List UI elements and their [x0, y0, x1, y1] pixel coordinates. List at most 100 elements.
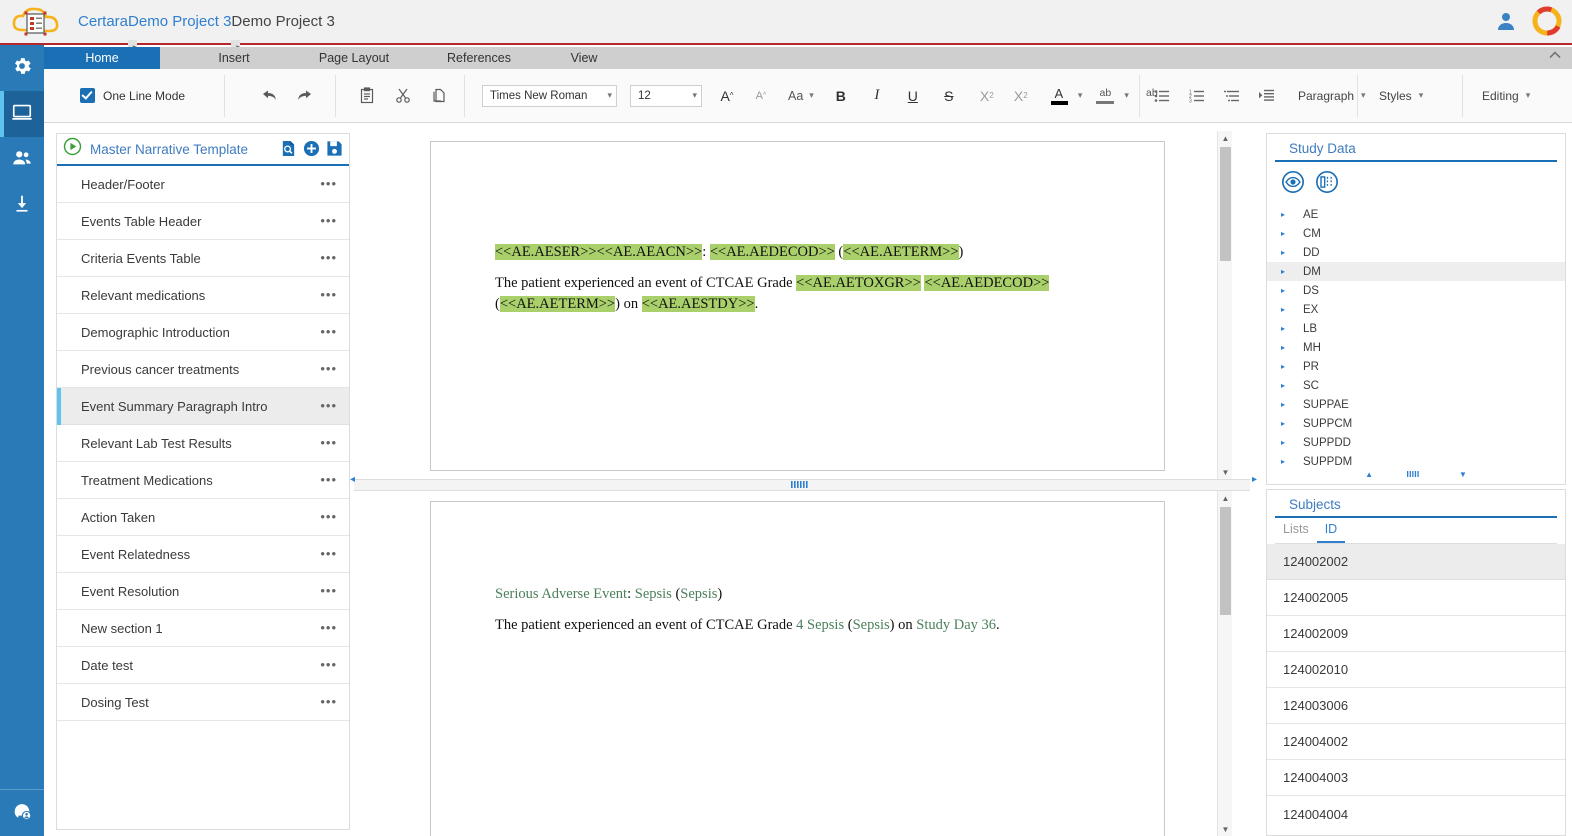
dataset-node-suppcm[interactable]: ▸ SUPPCM: [1267, 414, 1565, 433]
subscript-button[interactable]: X2: [1008, 83, 1034, 109]
dataset-node-lb[interactable]: ▸ LB: [1267, 319, 1565, 338]
section-row-treatment-medications[interactable]: Treatment Medications •••: [57, 462, 349, 499]
expand-caret-icon[interactable]: ▸: [1281, 229, 1295, 238]
rail-item-users[interactable]: [0, 137, 44, 183]
tab-home[interactable]: Home: [44, 47, 160, 69]
redo-arrow-icon[interactable]: [292, 83, 318, 109]
dataset-node-sc[interactable]: ▸ SC: [1267, 376, 1565, 395]
rail-item-workspace[interactable]: [0, 91, 44, 137]
expand-caret-icon[interactable]: ▸: [1281, 267, 1295, 276]
section-row-events-table-header[interactable]: Events Table Header •••: [57, 203, 349, 240]
study-data-resizer[interactable]: ▲ ▼: [1267, 468, 1565, 480]
section-row-relevant-medications[interactable]: Relevant medications •••: [57, 277, 349, 314]
tab-insert[interactable]: Insert: [179, 47, 289, 69]
bulleted-list-icon[interactable]: [1149, 83, 1175, 109]
add-circle-icon[interactable]: [303, 140, 320, 162]
save-icon[interactable]: [326, 140, 343, 162]
rail-item-downloads[interactable]: [0, 183, 44, 229]
tab-lists[interactable]: Lists: [1275, 518, 1317, 543]
section-menu-icon[interactable]: •••: [320, 584, 337, 597]
eye-icon[interactable]: [1281, 170, 1305, 199]
section-menu-icon[interactable]: •••: [320, 399, 337, 412]
expand-caret-icon[interactable]: ▸: [1281, 210, 1295, 219]
right-panel-collapse-handle[interactable]: ▸: [1252, 473, 1258, 487]
dataset-node-mh[interactable]: ▸ MH: [1267, 338, 1565, 357]
one-line-mode-toggle[interactable]: One Line Mode: [80, 69, 185, 122]
change-case-button[interactable]: Aa ▾: [788, 83, 814, 109]
expand-caret-icon[interactable]: ▸: [1281, 343, 1295, 352]
font-family-select[interactable]: Times New Roman ▾: [482, 84, 617, 107]
section-menu-icon[interactable]: •••: [320, 547, 337, 560]
expand-caret-icon[interactable]: ▸: [1281, 381, 1295, 390]
underline-button[interactable]: U: [900, 83, 926, 109]
subject-row[interactable]: 124003006: [1267, 688, 1565, 724]
indent-icon[interactable]: [1254, 83, 1280, 109]
section-row-event-summary-paragraph-intro[interactable]: Event Summary Paragraph Intro •••: [57, 388, 349, 425]
dataset-node-cm[interactable]: ▸ CM: [1267, 224, 1565, 243]
expand-caret-icon[interactable]: ▸: [1281, 362, 1295, 371]
section-row-dosing-test[interactable]: Dosing Test •••: [57, 684, 349, 721]
multilevel-list-icon[interactable]: [1219, 83, 1245, 109]
tab-id[interactable]: ID: [1316, 518, 1346, 543]
subject-row[interactable]: 124002002: [1267, 544, 1565, 580]
subject-row[interactable]: 124002009: [1267, 616, 1565, 652]
paragraph-menu[interactable]: Paragraph ▾: [1298, 89, 1366, 103]
section-menu-icon[interactable]: •••: [320, 658, 337, 671]
ribbon-collapse-chevron-up-icon[interactable]: [1548, 49, 1562, 63]
grow-font-button[interactable]: A ^: [714, 83, 740, 109]
styles-menu[interactable]: Styles ▾: [1379, 89, 1423, 103]
play-circle-icon[interactable]: [63, 137, 82, 161]
paste-icon[interactable]: [354, 83, 380, 109]
section-menu-icon[interactable]: •••: [320, 510, 337, 523]
scroll-thumb[interactable]: [1220, 507, 1231, 615]
superscript-button[interactable]: X2: [974, 83, 1000, 109]
expand-caret-icon[interactable]: ▸: [1281, 324, 1295, 333]
resize-grip-icon[interactable]: [1407, 470, 1425, 479]
certara-ring-icon[interactable]: [1532, 6, 1562, 41]
section-menu-icon[interactable]: •••: [320, 251, 337, 264]
section-menu-icon[interactable]: •••: [320, 436, 337, 449]
font-size-select[interactable]: 12 ▾: [630, 84, 702, 107]
section-row-demographic-introduction[interactable]: Demographic Introduction •••: [57, 314, 349, 351]
preview-pane[interactable]: Serious Adverse Event: Sepsis (Sepsis) T…: [354, 491, 1232, 836]
tab-references[interactable]: References: [424, 47, 534, 69]
expand-caret-icon[interactable]: ▸: [1281, 438, 1295, 447]
columns-icon[interactable]: [1315, 170, 1339, 199]
section-row-previous-cancer-treatments[interactable]: Previous cancer treatments •••: [57, 351, 349, 388]
dataset-node-dd[interactable]: ▸ DD: [1267, 243, 1565, 262]
template-document-body[interactable]: <<AE.AESER>><<AE.AEACN>>: <<AE.AEDECOD>>…: [431, 142, 1164, 315]
dataset-node-ae[interactable]: ▸ AE: [1267, 205, 1565, 224]
preview-page[interactable]: Serious Adverse Event: Sepsis (Sepsis) T…: [430, 501, 1165, 836]
section-menu-icon[interactable]: •••: [320, 473, 337, 486]
expand-caret-icon[interactable]: ▸: [1281, 400, 1295, 409]
dataset-node-ex[interactable]: ▸ EX: [1267, 300, 1565, 319]
scroll-thumb[interactable]: [1220, 147, 1231, 261]
numbered-list-icon[interactable]: 123: [1184, 83, 1210, 109]
template-pane-scrollbar[interactable]: ▲ ▼: [1217, 131, 1232, 479]
section-menu-icon[interactable]: •••: [320, 325, 337, 338]
dataset-node-ds[interactable]: ▸ DS: [1267, 281, 1565, 300]
expand-caret-icon[interactable]: ▸: [1281, 419, 1295, 428]
subject-row[interactable]: 124002005: [1267, 580, 1565, 616]
editor-horizontal-splitter[interactable]: [354, 479, 1250, 491]
undo-arrow-icon[interactable]: [256, 83, 282, 109]
rail-item-settings[interactable]: [0, 45, 44, 91]
resize-down-arrow-icon[interactable]: ▼: [1459, 470, 1467, 479]
bold-button[interactable]: B: [828, 83, 854, 109]
highlight-chevron-down-icon[interactable]: ▾: [1124, 90, 1129, 101]
dataset-node-dm[interactable]: ▸ DM: [1267, 262, 1565, 281]
shrink-font-button[interactable]: A ^: [748, 83, 774, 109]
preview-pane-scrollbar[interactable]: ▲ ▼: [1217, 491, 1232, 836]
section-menu-icon[interactable]: •••: [320, 177, 337, 190]
font-color-button[interactable]: A: [1046, 83, 1072, 109]
template-page[interactable]: <<AE.AESER>><<AE.AEACN>>: <<AE.AEDECOD>>…: [430, 141, 1165, 471]
copy-icon[interactable]: [426, 83, 452, 109]
breadcrumb-root[interactable]: Certara: [78, 13, 128, 30]
section-menu-icon[interactable]: •••: [320, 695, 337, 708]
section-menu-icon[interactable]: •••: [320, 621, 337, 634]
subject-row[interactable]: 124004002: [1267, 724, 1565, 760]
editing-menu[interactable]: Editing ▾: [1482, 89, 1530, 103]
section-row-new-section-1[interactable]: New section 1 •••: [57, 610, 349, 647]
breadcrumb-project[interactable]: Demo Project 3: [128, 13, 231, 30]
section-row-relevant-lab-test-results[interactable]: Relevant Lab Test Results •••: [57, 425, 349, 462]
